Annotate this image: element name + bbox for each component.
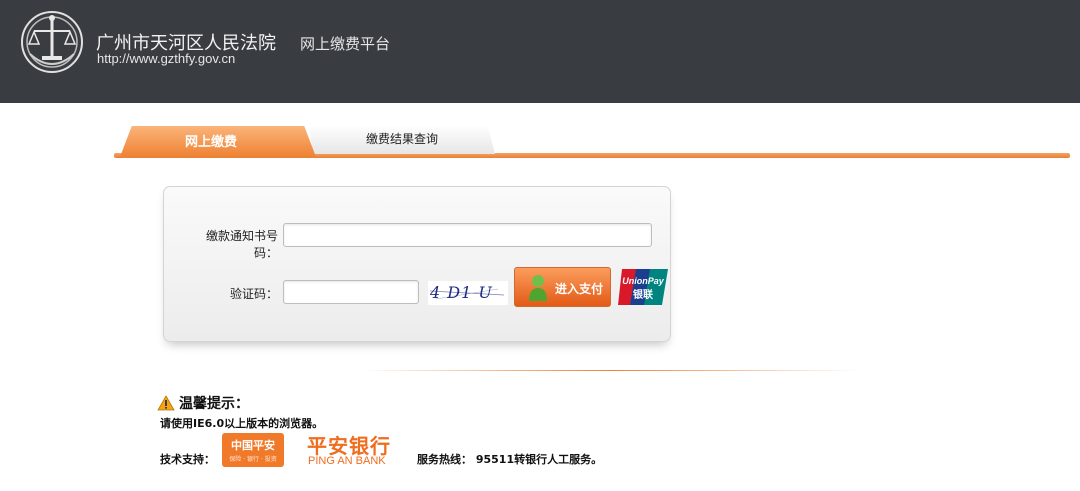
pingan-logo-text: 中国平安	[231, 439, 275, 452]
tab-online-payment[interactable]: 网上缴费	[120, 126, 316, 157]
warning-icon	[157, 395, 175, 411]
pingan-logo-subtext: 保险 · 银行 · 投资	[229, 456, 277, 463]
notice-number-input[interactable]	[283, 223, 652, 247]
captcha-input[interactable]	[283, 280, 419, 304]
svg-text:银联: 银联	[633, 288, 653, 301]
platform-name: 网上缴费平台	[300, 35, 391, 53]
captcha-image[interactable]: 4 D1 U	[428, 281, 508, 305]
unionpay-logo-icon: UnionPay 银联	[618, 269, 668, 305]
court-emblem-icon	[21, 11, 83, 73]
captcha-label: 验证码：	[229, 287, 278, 301]
tips-title: 温馨提示：	[179, 396, 249, 412]
browser-note: 请使用IE6.0以上版本的浏览器。	[160, 417, 324, 430]
site-url[interactable]: http://www.gzthfy.gov.cn	[97, 51, 235, 66]
section-divider	[360, 370, 860, 371]
pay-user-icon	[529, 275, 547, 301]
enter-payment-button[interactable]: 进入支付	[514, 267, 611, 307]
support-label: 技术支持：	[160, 453, 215, 466]
captcha-text: 4 D1 U	[430, 283, 493, 302]
site-header: 广州市天河区人民法院 网上缴费平台 http://www.gzthfy.gov.…	[0, 0, 1080, 103]
tab-payment-query[interactable]: 缴费结果查询	[309, 125, 495, 154]
notice-number-label: 缴款通知书号码：	[205, 229, 278, 260]
enter-payment-label: 进入支付	[555, 282, 604, 296]
bank-name-en: PING AN BANK	[308, 455, 386, 467]
pingan-logo: 中国平安 保险 · 银行 · 投资	[222, 433, 284, 467]
svg-text:UnionPay: UnionPay	[622, 276, 665, 286]
service-hotline: 服务热线： 95511转银行人工服务。	[417, 453, 603, 466]
tab-bar: 缴费结果查询 网上缴费	[114, 124, 1070, 159]
payment-form-panel: 缴款通知书号码： 验证码： 4 D1 U 进入支付 UnionPay 银联	[163, 186, 671, 342]
